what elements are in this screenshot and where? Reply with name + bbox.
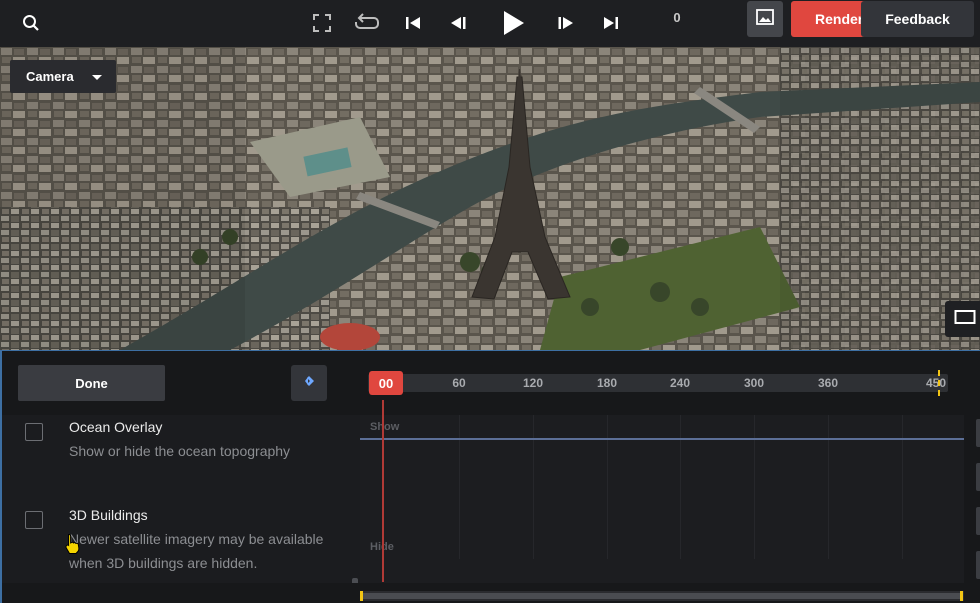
image-export-button[interactable] — [747, 1, 783, 37]
top-toolbar: 0 Render Feedback — [0, 0, 980, 47]
ocean-overlay-checkbox[interactable] — [25, 423, 43, 441]
keyframe-track[interactable]: Show Hide — [360, 415, 964, 583]
ruler-tick: 300 — [743, 376, 765, 390]
skip-to-end-icon[interactable] — [596, 8, 626, 38]
ruler-tick: 360 — [817, 376, 839, 390]
image-icon — [756, 8, 774, 30]
hand-pointer-icon — [64, 533, 80, 560]
track-handle[interactable] — [976, 463, 980, 491]
track-handle[interactable] — [976, 551, 980, 579]
property-description: Show or hide the ocean topography — [69, 443, 291, 459]
play-icon[interactable] — [498, 8, 528, 38]
aspect-ratio-button[interactable] — [945, 301, 980, 337]
ruler-tick: 60 — [452, 376, 466, 390]
aspect-ratio-icon — [954, 309, 976, 330]
timeline-ruler[interactable]: 60 120 180 240 300 360 450 — [368, 374, 948, 392]
aerial-city-view — [0, 47, 980, 350]
map-viewport[interactable]: Camera — [0, 47, 980, 350]
ruler-tick: 120 — [522, 376, 544, 390]
track-side-handles — [974, 415, 980, 583]
grid-line — [754, 415, 755, 559]
loop-icon[interactable] — [352, 8, 382, 38]
app-window: 0 Render Feedback Camera Done 60 120 180… — [0, 0, 980, 603]
grid-line — [680, 415, 681, 559]
scroll-start-marker — [360, 591, 363, 601]
camera-dropdown[interactable]: Camera — [10, 60, 116, 93]
track-label-show: Show — [370, 421, 400, 433]
search-icon[interactable] — [16, 8, 46, 38]
fullscreen-icon[interactable] — [307, 8, 337, 38]
frame-counter: 0 — [673, 10, 681, 25]
property-description: Newer satellite imagery may be available — [69, 531, 324, 547]
camera-dropdown-label: Camera — [26, 69, 74, 84]
step-forward-icon[interactable] — [551, 8, 581, 38]
chevron-down-icon — [92, 75, 102, 80]
grid-line — [607, 415, 608, 559]
timeline-scrollbar[interactable] — [360, 591, 964, 601]
track-value-line — [360, 438, 964, 440]
render-button[interactable]: Render — [791, 1, 871, 37]
done-button[interactable]: Done — [18, 365, 165, 401]
list-scrollbar[interactable] — [352, 578, 358, 583]
grid-line — [828, 415, 829, 559]
timeline-scrollbar-thumb[interactable] — [362, 593, 962, 599]
skip-to-start-icon[interactable] — [398, 8, 428, 38]
keyframe-diamond-icon — [301, 374, 317, 392]
keyframe-button[interactable] — [291, 365, 327, 401]
track-handle[interactable] — [976, 419, 980, 447]
grid-line — [902, 415, 903, 559]
track-handle[interactable] — [976, 507, 980, 535]
property-list: Ocean Overlay Show or hide the ocean top… — [2, 415, 360, 583]
playhead-handle[interactable]: 00 — [369, 371, 403, 395]
timeline-panel: Done 60 120 180 240 300 360 450 00 Ocean… — [0, 350, 980, 603]
step-back-icon[interactable] — [443, 8, 473, 38]
feedback-button[interactable]: Feedback — [861, 1, 974, 37]
grid-line — [533, 415, 534, 559]
3d-buildings-checkbox[interactable] — [25, 511, 43, 529]
property-description: when 3D buildings are hidden. — [69, 555, 258, 571]
ruler-tick: 240 — [669, 376, 691, 390]
end-marker[interactable] — [938, 370, 940, 396]
scroll-end-marker — [960, 591, 963, 601]
property-title: Ocean Overlay — [69, 419, 163, 435]
ruler-tick: 450 — [925, 376, 947, 390]
ruler-tick: 180 — [596, 376, 618, 390]
property-title: 3D Buildings — [69, 507, 148, 523]
playhead-line[interactable] — [382, 400, 384, 582]
grid-line — [459, 415, 460, 559]
